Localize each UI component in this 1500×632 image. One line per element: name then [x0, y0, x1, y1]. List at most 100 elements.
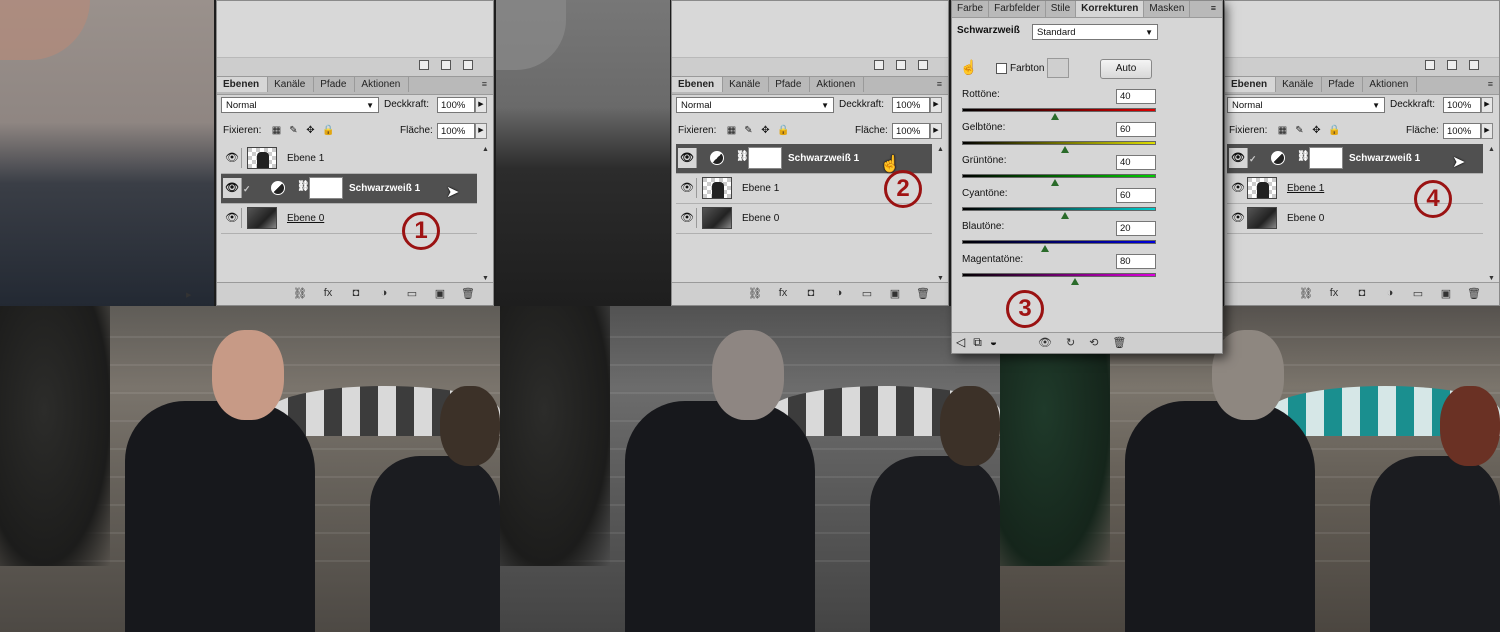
- trash-icon[interactable]: [918, 60, 928, 70]
- panel-menu-icon[interactable]: ≡: [1488, 79, 1493, 89]
- tint-checkbox[interactable]: [996, 63, 1007, 74]
- lock-transparency-icon[interactable]: ▦: [271, 125, 282, 136]
- layers-scrollbar[interactable]: ▲ ▼: [936, 144, 946, 284]
- link-layers-icon[interactable]: ⛓: [748, 287, 762, 300]
- new-group-icon[interactable]: ▭: [860, 287, 874, 300]
- trash-icon[interactable]: 🗑: [461, 287, 475, 300]
- opacity-input[interactable]: 100%: [1443, 97, 1481, 113]
- layer-row[interactable]: 👁 Ebene 1: [221, 144, 477, 174]
- tab-pfade[interactable]: Pfade: [769, 77, 811, 92]
- tab-stile[interactable]: Stile: [1046, 1, 1077, 17]
- tab-farbe[interactable]: Farbe: [952, 1, 990, 17]
- slider-thumb[interactable]: [1060, 146, 1069, 153]
- visibility-eye-icon[interactable]: 👁: [1038, 336, 1052, 349]
- scroll-up-icon[interactable]: ▲: [482, 146, 489, 153]
- blend-mode-select[interactable]: Normal ▼: [1227, 97, 1385, 113]
- new-adjustment-icon[interactable]: ◑: [1383, 287, 1397, 300]
- layer-row-selected[interactable]: 👁 ✓ ⛓ Schwarzweiß 1: [1227, 144, 1483, 174]
- new-adjustment-icon[interactable]: ◑: [377, 287, 391, 300]
- expand-view-icon[interactable]: ⧉: [973, 335, 982, 350]
- grid-icon[interactable]: [419, 60, 429, 70]
- eye-icon[interactable]: 👁: [678, 178, 697, 198]
- tab-aktionen[interactable]: Aktionen: [355, 77, 410, 92]
- eye-icon[interactable]: 👁: [223, 178, 242, 198]
- preset-select[interactable]: Standard ▼: [1032, 24, 1158, 40]
- slider-track[interactable]: [962, 240, 1156, 244]
- trash-icon[interactable]: 🗑: [1467, 287, 1481, 300]
- tab-masken[interactable]: Masken: [1144, 1, 1191, 17]
- slider-track[interactable]: [962, 141, 1156, 145]
- new-layer-icon[interactable]: ▣: [433, 287, 447, 300]
- link-layers-icon[interactable]: ⛓: [1299, 287, 1313, 300]
- trash-icon[interactable]: 🗑: [1112, 336, 1126, 349]
- lock-all-icon[interactable]: 🔒: [1328, 125, 1340, 136]
- eye-icon[interactable]: 👁: [1229, 148, 1248, 168]
- opacity-arrow-button[interactable]: ▶: [475, 97, 487, 113]
- scroll-down-icon[interactable]: ▼: [1488, 275, 1495, 282]
- slider-value-input[interactable]: 40: [1116, 155, 1156, 170]
- eye-icon[interactable]: 👁: [678, 148, 697, 168]
- trash-icon[interactable]: [1469, 60, 1479, 70]
- tab-kanaele[interactable]: Kanäle: [268, 77, 315, 92]
- slider-track[interactable]: [962, 174, 1156, 178]
- tab-korrekturen[interactable]: Korrekturen: [1076, 1, 1145, 17]
- scroll-right-icon[interactable]: ▶: [186, 291, 191, 299]
- fill-arrow-button[interactable]: ▶: [930, 123, 942, 139]
- hand-tool-icon[interactable]: ☝: [960, 59, 977, 76]
- panel-menu-icon[interactable]: ≡: [937, 79, 942, 89]
- layers-scrollbar[interactable]: ▲ ▼: [481, 144, 491, 284]
- back-arrow-icon[interactable]: ◁: [956, 335, 965, 350]
- slider-thumb[interactable]: [1060, 212, 1069, 219]
- slider-value-input[interactable]: 20: [1116, 221, 1156, 236]
- trash-icon[interactable]: 🗑: [916, 287, 930, 300]
- link-layers-icon[interactable]: ⛓: [293, 287, 307, 300]
- panel-menu-icon[interactable]: ≡: [482, 79, 487, 89]
- lock-brush-icon[interactable]: ✎: [1294, 125, 1305, 136]
- clip-to-layer-icon[interactable]: ◒: [990, 335, 997, 350]
- slider-track[interactable]: [962, 108, 1156, 112]
- trash-icon[interactable]: [463, 60, 473, 70]
- fill-arrow-button[interactable]: ▶: [1481, 123, 1493, 139]
- lock-all-icon[interactable]: 🔒: [777, 125, 789, 136]
- lock-move-icon[interactable]: ✥: [305, 125, 316, 136]
- new-group-icon[interactable]: ▭: [1411, 287, 1425, 300]
- eye-icon[interactable]: 👁: [223, 208, 242, 228]
- eye-icon[interactable]: 👁: [223, 148, 242, 168]
- grid-icon[interactable]: [874, 60, 884, 70]
- opacity-input[interactable]: 100%: [892, 97, 930, 113]
- add-mask-icon[interactable]: ◘: [804, 287, 818, 300]
- lock-brush-icon[interactable]: ✎: [288, 125, 299, 136]
- tint-color-swatch[interactable]: [1047, 58, 1069, 78]
- new-adjustment-icon[interactable]: ◑: [832, 287, 846, 300]
- tab-ebenen[interactable]: Ebenen: [1225, 77, 1277, 92]
- lock-move-icon[interactable]: ✥: [760, 125, 771, 136]
- fill-input[interactable]: 100%: [1443, 123, 1481, 139]
- slider-track[interactable]: [962, 273, 1156, 277]
- tab-ebenen[interactable]: Ebenen: [672, 77, 724, 92]
- scroll-down-icon[interactable]: ▼: [937, 275, 944, 282]
- panel-menu-icon[interactable]: ≡: [1211, 3, 1216, 13]
- new-layer-icon[interactable]: ▣: [888, 287, 902, 300]
- layer-row-selected[interactable]: 👁 ✓ ⛓ Schwarzweiß 1: [221, 174, 477, 204]
- layers-scrollbar[interactable]: ▲ ▼: [1487, 144, 1497, 284]
- lock-transparency-icon[interactable]: ▦: [1277, 125, 1288, 136]
- slider-thumb[interactable]: [1041, 245, 1050, 252]
- slider-track[interactable]: [962, 207, 1156, 211]
- layer-row[interactable]: 👁 Ebene 0: [676, 204, 932, 234]
- fx-icon[interactable]: fx: [321, 287, 335, 300]
- camera-icon[interactable]: [1447, 60, 1457, 70]
- add-mask-icon[interactable]: ◘: [349, 287, 363, 300]
- blend-mode-select[interactable]: Normal ▼: [676, 97, 834, 113]
- lock-transparency-icon[interactable]: ▦: [726, 125, 737, 136]
- fill-input[interactable]: 100%: [437, 123, 475, 139]
- tab-kanaele[interactable]: Kanäle: [723, 77, 770, 92]
- slider-thumb[interactable]: [1051, 179, 1060, 186]
- slider-thumb[interactable]: [1051, 113, 1060, 120]
- tab-aktionen[interactable]: Aktionen: [810, 77, 865, 92]
- blend-mode-select[interactable]: Normal ▼: [221, 97, 379, 113]
- opacity-input[interactable]: 100%: [437, 97, 475, 113]
- eye-icon[interactable]: 👁: [1229, 208, 1248, 228]
- slider-value-input[interactable]: 40: [1116, 89, 1156, 104]
- grid-icon[interactable]: [1425, 60, 1435, 70]
- tab-ebenen[interactable]: Ebenen: [217, 77, 269, 92]
